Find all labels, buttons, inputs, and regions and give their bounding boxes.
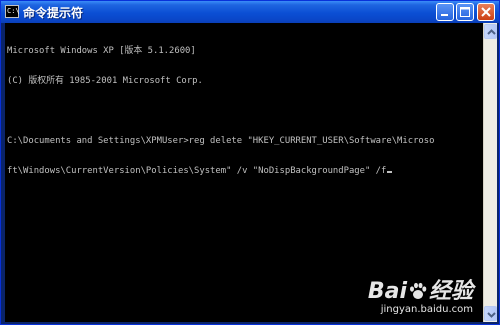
- window-title: 命令提示符: [23, 6, 84, 20]
- console-line-text: ft\Windows\CurrentVersion\Policies\Syste…: [7, 166, 387, 176]
- baidu-jingyan-watermark: Bai 经验 jingyan.baidu.com: [368, 280, 473, 316]
- command-prompt-window: C:\ 命令提示符 Microsoft Windows XP [版本 5.1.2…: [0, 0, 500, 325]
- baidu-paw-icon: [409, 282, 427, 299]
- console-text: Microsoft Windows XP [版本 5.1.2600] (C) 版…: [7, 26, 434, 196]
- scroll-down-button[interactable]: [484, 306, 497, 321]
- close-button[interactable]: [477, 3, 495, 21]
- watermark-url: jingyan.baidu.com: [380, 304, 473, 315]
- console-app-icon[interactable]: C:\: [5, 5, 20, 18]
- vertical-scrollbar[interactable]: [483, 23, 497, 322]
- console-line-current: ft\Windows\CurrentVersion\Policies\Syste…: [7, 166, 434, 176]
- watermark-logo-right: 经验: [428, 279, 473, 304]
- chevron-up-icon: [487, 29, 496, 35]
- console-line: C:\Documents and Settings\XPMUser>reg de…: [7, 136, 435, 146]
- console-line: (C) 版权所有 1985-2001 Microsoft Corp.: [7, 76, 203, 86]
- watermark-logo-left: Bai: [367, 279, 407, 304]
- title-bar[interactable]: C:\ 命令提示符: [1, 1, 499, 23]
- scroll-up-button[interactable]: [484, 24, 497, 39]
- minimize-icon: [441, 14, 448, 16]
- console-output-area[interactable]: Microsoft Windows XP [版本 5.1.2600] (C) 版…: [5, 23, 483, 322]
- maximize-button[interactable]: [456, 3, 474, 21]
- chevron-down-icon: [487, 312, 496, 318]
- watermark-logo: Bai 经验: [368, 280, 473, 304]
- close-icon: [481, 7, 491, 17]
- minimize-button[interactable]: [436, 3, 454, 21]
- console-line: Microsoft Windows XP [版本 5.1.2600]: [7, 46, 196, 56]
- maximize-icon: [460, 7, 470, 17]
- text-cursor: [387, 171, 393, 173]
